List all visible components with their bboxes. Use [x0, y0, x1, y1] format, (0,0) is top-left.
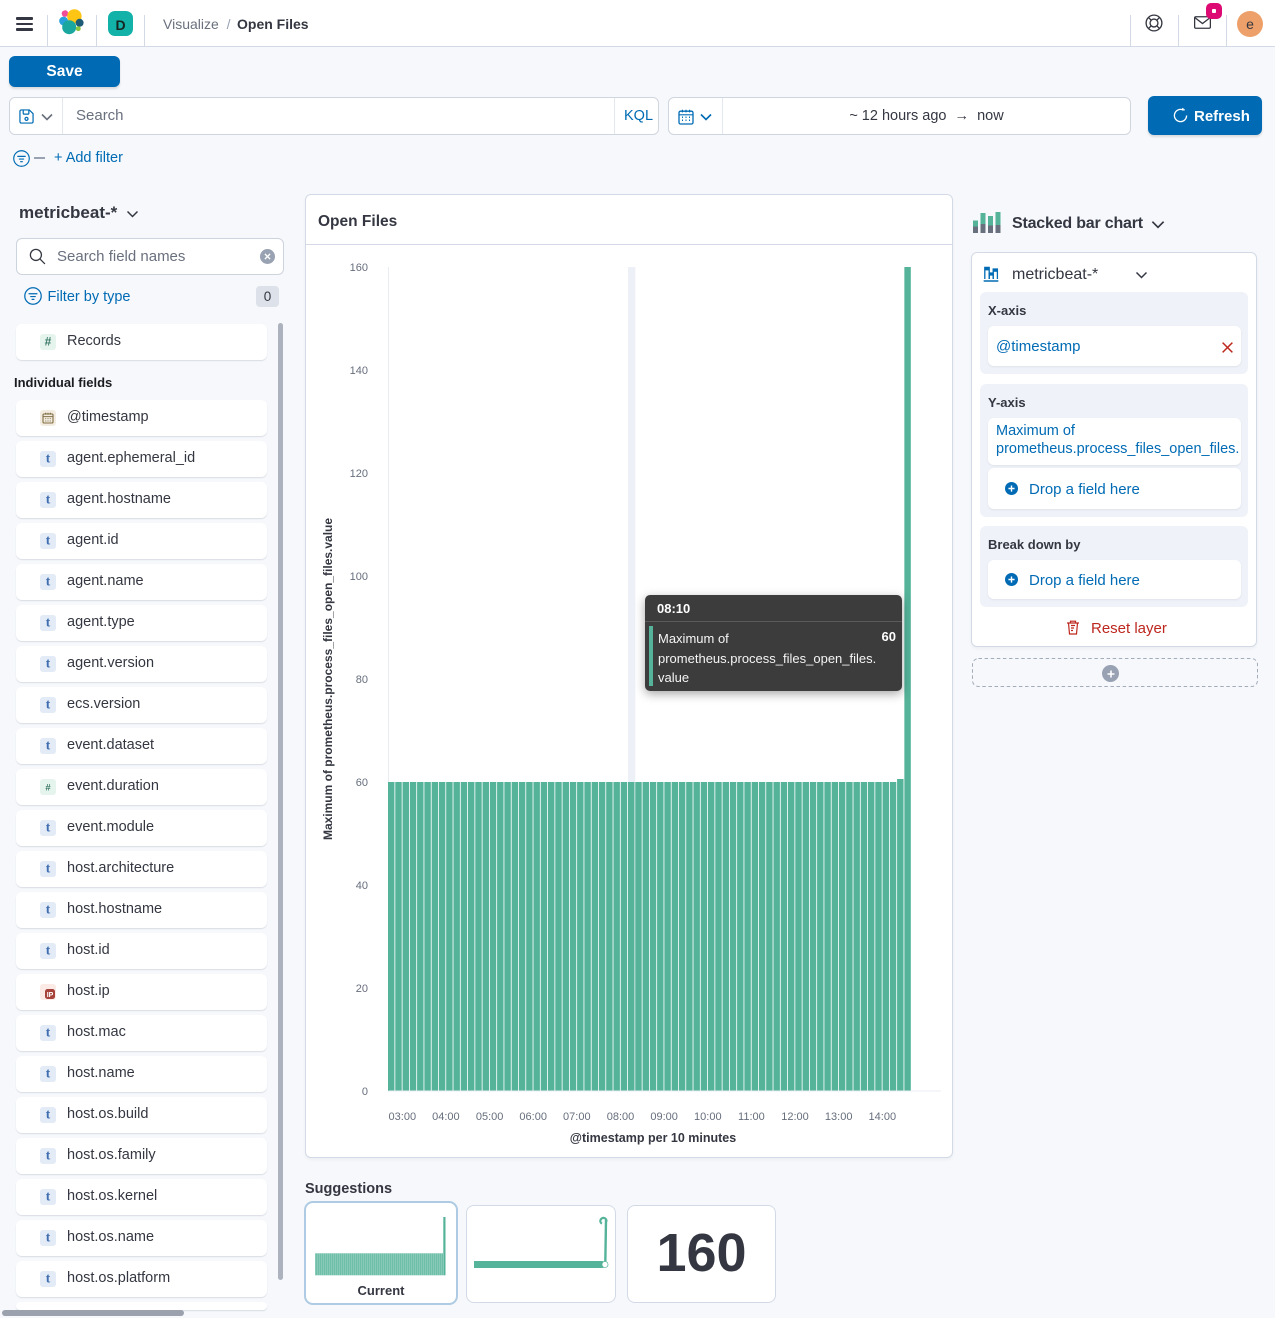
- svg-text:IP: IP: [47, 992, 54, 999]
- svg-text:t: t: [46, 1027, 51, 1039]
- svg-text:t: t: [46, 1191, 51, 1203]
- svg-text:11:00: 11:00: [738, 1111, 765, 1123]
- svg-text:12:00: 12:00: [781, 1111, 809, 1123]
- svg-text:t: t: [46, 1232, 51, 1244]
- svg-text:t: t: [46, 576, 51, 588]
- svg-text:t: t: [46, 617, 51, 629]
- svg-text:08:00: 08:00: [607, 1111, 635, 1123]
- svg-text:160: 160: [350, 262, 368, 274]
- svg-text:t: t: [46, 904, 51, 916]
- svg-text:140: 140: [350, 365, 368, 377]
- svg-text:60: 60: [356, 777, 368, 789]
- svg-text:05:00: 05:00: [476, 1111, 504, 1123]
- svg-text:13:00: 13:00: [825, 1111, 853, 1123]
- svg-text:Current: Current: [358, 1283, 406, 1298]
- svg-text:09:00: 09:00: [650, 1111, 678, 1123]
- svg-text:t: t: [46, 945, 51, 957]
- svg-text:t: t: [46, 453, 51, 465]
- svg-text:t: t: [46, 740, 51, 752]
- svg-text:07:00: 07:00: [563, 1111, 591, 1123]
- svg-text:10:00: 10:00: [694, 1111, 722, 1123]
- svg-text:04:00: 04:00: [432, 1111, 460, 1123]
- svg-text:#: #: [45, 783, 51, 794]
- svg-text:t: t: [46, 658, 51, 670]
- svg-text:80: 80: [356, 674, 368, 686]
- svg-text:t: t: [46, 494, 51, 506]
- svg-text:t: t: [46, 535, 51, 547]
- svg-text:#: #: [45, 336, 52, 348]
- svg-text:t: t: [46, 1068, 51, 1080]
- svg-text:120: 120: [350, 468, 368, 480]
- svg-text:@timestamp per 10 minutes: @timestamp per 10 minutes: [570, 1131, 736, 1145]
- svg-text:t: t: [46, 1150, 51, 1162]
- svg-text:0: 0: [362, 1086, 368, 1098]
- svg-text:100: 100: [350, 571, 368, 583]
- svg-text:t: t: [46, 699, 51, 711]
- svg-text:Maximum of prometheus.process_: Maximum of prometheus.process_files_open…: [321, 518, 335, 840]
- svg-text:03:00: 03:00: [389, 1111, 417, 1123]
- svg-text:06:00: 06:00: [519, 1111, 547, 1123]
- svg-text:t: t: [46, 863, 51, 875]
- svg-text:14:00: 14:00: [869, 1111, 897, 1123]
- svg-text:t: t: [46, 822, 51, 834]
- svg-text:t: t: [46, 1109, 51, 1121]
- svg-text:40: 40: [356, 880, 368, 892]
- svg-text:20: 20: [356, 983, 368, 995]
- svg-text:t: t: [46, 1273, 51, 1285]
